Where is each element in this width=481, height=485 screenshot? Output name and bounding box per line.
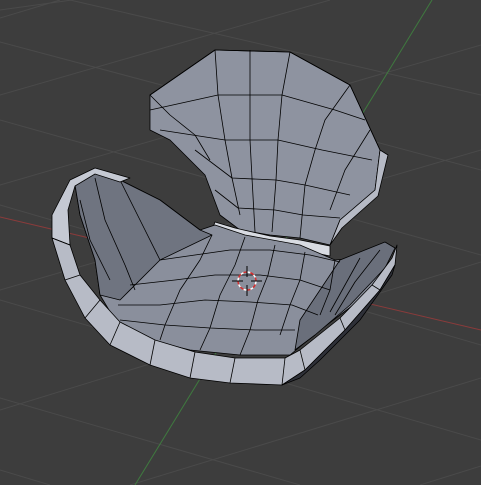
viewport-canvas[interactable]	[0, 0, 481, 485]
chair-mesh[interactable]	[51, 49, 398, 386]
3d-viewport[interactable]	[0, 0, 481, 485]
